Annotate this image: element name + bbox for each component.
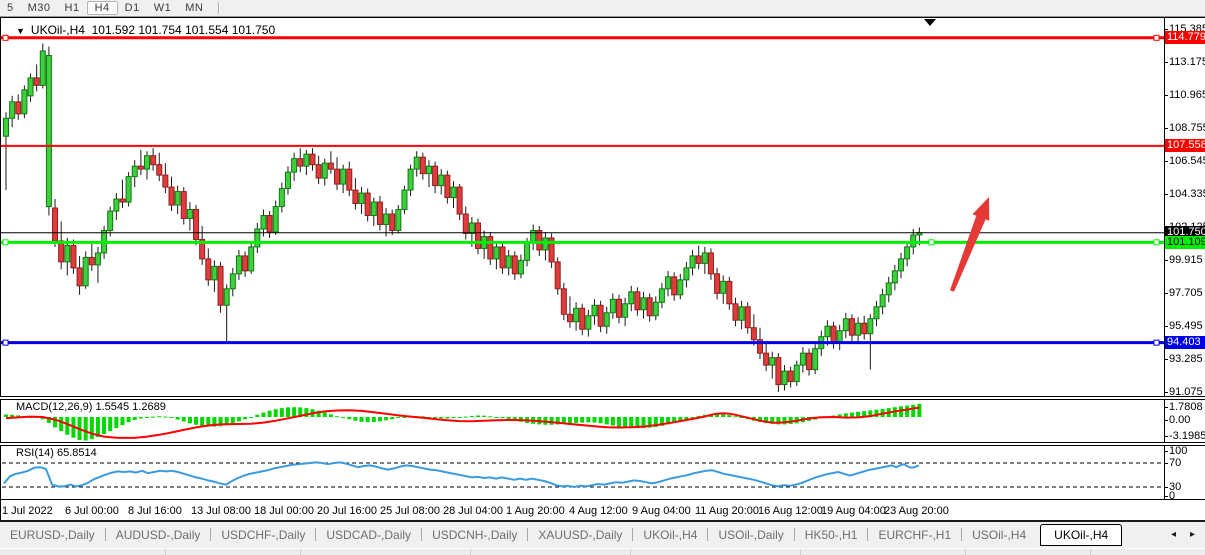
support-line-blue-handle[interactable] [1154, 340, 1159, 345]
resistance-line-upper-handle[interactable] [3, 35, 8, 40]
mt4-window: { "toolbar": { "timeframes": ["5", "M30"… [0, 0, 1205, 554]
chart-plot [0, 0, 1205, 554]
bar-shift-marker-icon [924, 19, 936, 26]
support-line-blue-handle[interactable] [3, 340, 8, 345]
rsi-indicator [2, 462, 1164, 487]
trend-arrow-drawing[interactable] [950, 197, 989, 292]
resistance-line-upper-price-label: 114.779 [1165, 31, 1205, 44]
resistance-line-upper-handle[interactable] [1154, 35, 1159, 40]
candlestick-series [4, 43, 922, 392]
resistance-line-lower-price-label: 107.558 [1165, 139, 1205, 152]
support-line-green-price-label: 101.109 [1165, 236, 1205, 249]
support-line-green-handle[interactable] [929, 240, 934, 245]
rsi-line [4, 462, 919, 487]
support-line-green-handle[interactable] [3, 240, 8, 245]
macd-signal-line [6, 408, 919, 438]
horizontal-lines [1, 35, 1164, 345]
support-line-blue-price-label: 94.403 [1165, 336, 1205, 349]
support-line-green-handle[interactable] [1154, 240, 1159, 245]
